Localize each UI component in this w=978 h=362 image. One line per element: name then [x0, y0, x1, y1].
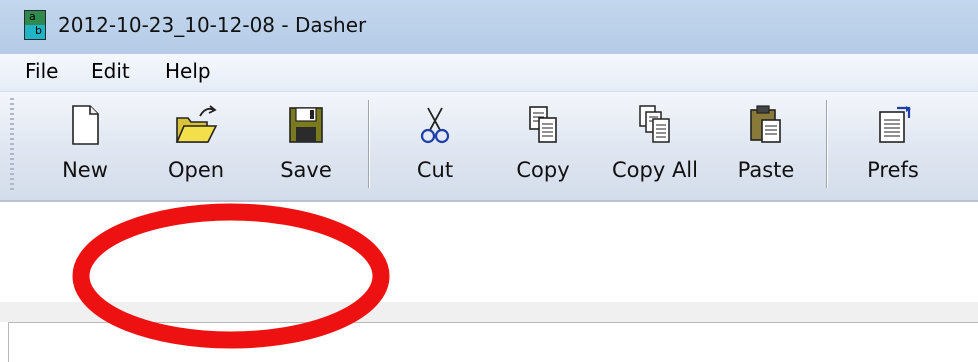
window-title: 2012-10-23_10-12-08 - Dasher: [58, 13, 367, 37]
cut-button[interactable]: Cut: [392, 92, 478, 192]
menu-file[interactable]: File: [25, 59, 58, 83]
prefs-button-label: Prefs: [867, 158, 919, 182]
copy-button-label: Copy: [516, 158, 570, 182]
paste-clipboard-icon: [750, 105, 781, 143]
menu-bar: File Edit Help: [0, 54, 978, 92]
copy-icon: [529, 106, 557, 143]
menu-edit[interactable]: Edit: [91, 59, 130, 83]
cut-button-label: Cut: [416, 158, 454, 182]
new-button-label: New: [62, 158, 108, 182]
dasher-app-icon[interactable]: a b: [24, 10, 46, 40]
app-icon-glyph-b: b: [35, 24, 42, 37]
open-button-label: Open: [167, 158, 225, 182]
scissors-icon: [420, 107, 450, 144]
copy-button[interactable]: Copy: [498, 92, 588, 192]
toolbar-grip[interactable]: [10, 98, 14, 190]
toolbar-separator: [826, 100, 828, 188]
toolbar-separator: [368, 100, 370, 188]
app-icon-glyph-a: a: [29, 10, 36, 23]
save-floppy-icon: [289, 107, 323, 143]
menu-help[interactable]: Help: [165, 59, 211, 83]
panel-divider: [0, 302, 978, 322]
copy-all-icon: [639, 105, 670, 143]
new-document-icon: [72, 105, 99, 145]
open-button[interactable]: Open: [150, 92, 242, 192]
preferences-icon: [879, 106, 911, 143]
dasher-canvas[interactable]: [8, 322, 978, 362]
paste-button-label: Paste: [737, 158, 795, 182]
open-folder-icon: [175, 105, 218, 143]
paste-button[interactable]: Paste: [720, 92, 812, 192]
save-button-label: Save: [280, 158, 332, 182]
copy-all-button-label: Copy All: [612, 158, 698, 182]
prefs-button[interactable]: Prefs: [848, 92, 938, 192]
save-button[interactable]: Save: [262, 92, 350, 192]
new-button[interactable]: New: [40, 92, 130, 192]
copy-all-button[interactable]: Copy All: [600, 92, 710, 192]
title-bar[interactable]: a b 2012-10-23_10-12-08 - Dasher: [0, 0, 978, 54]
text-output-area[interactable]: [0, 202, 978, 302]
toolbar: New Open Save Cut Copy Copy All Paste Pr…: [0, 92, 978, 202]
